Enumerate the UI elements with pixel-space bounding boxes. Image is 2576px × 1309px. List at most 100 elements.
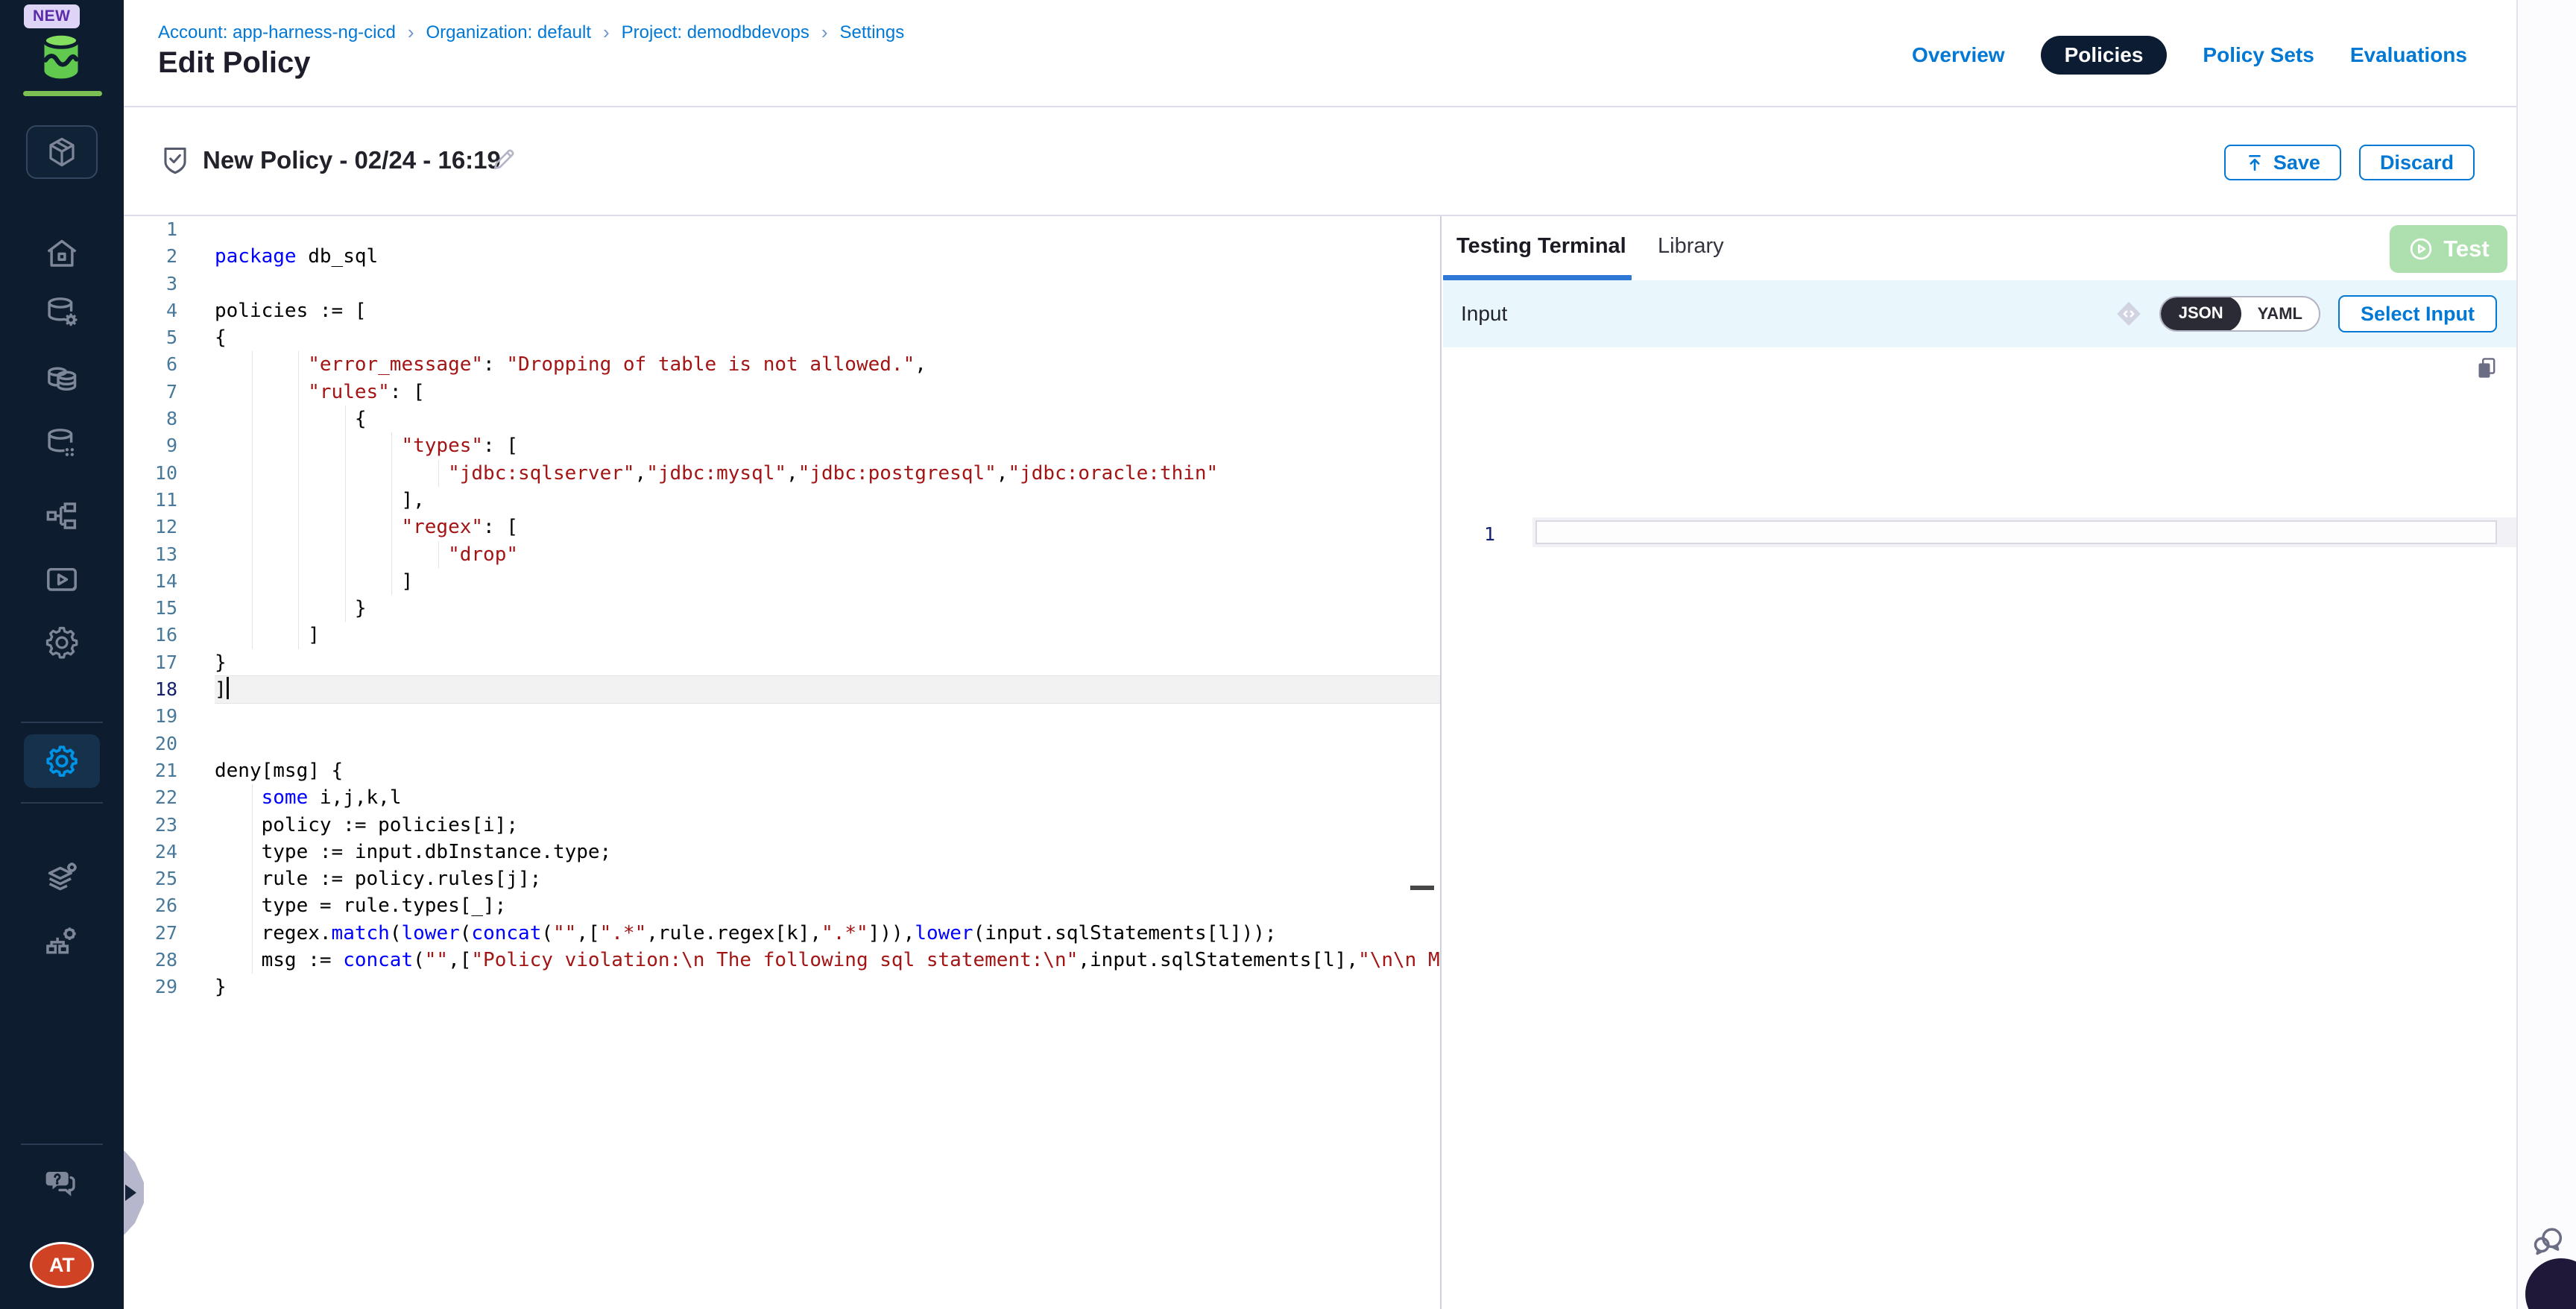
line-number: 10 — [124, 460, 177, 487]
sidebar-item-database-stack[interactable] — [0, 357, 124, 402]
line-code: "jdbc:sqlserver","jdbc:mysql","jdbc:post… — [215, 460, 1440, 487]
code-line[interactable]: 19 — [124, 703, 1440, 730]
line-number: 11 — [124, 487, 177, 514]
input-editor[interactable]: 1 — [1443, 347, 2516, 1309]
breadcrumb-separator: › — [603, 21, 610, 44]
code-line[interactable]: 1 — [124, 216, 1440, 243]
breadcrumb-separator: › — [408, 21, 414, 44]
line-number: 22 — [124, 784, 177, 811]
overview-ruler-cursor — [1410, 886, 1434, 890]
sidebar-help-chat[interactable] — [0, 1159, 124, 1204]
code-line[interactable]: 15 } — [124, 595, 1440, 622]
tab-testing-terminal[interactable]: Testing Terminal — [1456, 234, 1626, 259]
tab-overview[interactable]: Overview — [1912, 43, 2005, 67]
format-json-option[interactable]: JSON — [2161, 296, 2241, 332]
tab-policy-sets[interactable]: Policy Sets — [2203, 43, 2314, 67]
tab-library[interactable]: Library — [1658, 234, 1724, 259]
breadcrumb-organization-link[interactable]: Organization: default — [426, 22, 591, 43]
code-line[interactable]: 2package db_sql — [124, 243, 1440, 270]
sidebar-module-cube-button[interactable] — [26, 125, 98, 179]
code-line[interactable]: 10 "jdbc:sqlserver","jdbc:mysql","jdbc:p… — [124, 460, 1440, 487]
tab-evaluations[interactable]: Evaluations — [2350, 43, 2467, 67]
code-line[interactable]: 29} — [124, 974, 1440, 1000]
line-code: some i,j,k,l — [215, 784, 1440, 811]
line-number: 25 — [124, 865, 177, 892]
code-line[interactable]: 24 type := input.dbInstance.type; — [124, 839, 1440, 865]
sidebar-item-home[interactable] — [0, 231, 124, 276]
copy-icon[interactable] — [2473, 355, 2500, 382]
code-editor[interactable]: 12package db_sql34policies := [5{6 "erro… — [124, 216, 1442, 1309]
line-number: 20 — [124, 731, 177, 757]
code-line[interactable]: 4policies := [ — [124, 297, 1440, 324]
code-line[interactable]: 14 ] — [124, 568, 1440, 595]
support-chat-icon[interactable] — [2528, 1223, 2567, 1261]
code-line[interactable]: 26 type = rule.types[_]; — [124, 892, 1440, 919]
code-line[interactable]: 9 "types": [ — [124, 432, 1440, 459]
sidebar-item-org-settings[interactable] — [0, 919, 124, 964]
code-line[interactable]: 21deny[msg] { — [124, 757, 1440, 784]
code-line[interactable]: 16 ] — [124, 622, 1440, 649]
code-lines: 12package db_sql34policies := [5{6 "erro… — [124, 216, 1440, 1001]
sidebar-item-video-player[interactable] — [0, 558, 124, 602]
test-button[interactable]: Test — [2390, 225, 2507, 273]
discard-button[interactable]: Discard — [2359, 145, 2475, 180]
edit-pencil-icon[interactable] — [489, 145, 519, 174]
user-avatar[interactable]: AT — [30, 1242, 94, 1288]
code-diamond-icon[interactable] — [2113, 298, 2144, 329]
code-line[interactable]: 18] — [124, 676, 1440, 703]
breadcrumb-project-link[interactable]: Project: demodbdevops — [622, 22, 809, 43]
line-number: 12 — [124, 514, 177, 540]
page-title: Edit Policy — [158, 46, 311, 80]
code-line[interactable]: 27 regex.match(lower(concat("",[".*",rul… — [124, 920, 1440, 947]
line-number: 3 — [124, 271, 177, 297]
code-line[interactable]: 3 — [124, 271, 1440, 297]
corner-fab[interactable] — [2525, 1258, 2576, 1309]
top-header: Account: app-harness-ng-cicd › Organizat… — [124, 0, 2516, 107]
save-button[interactable]: Save — [2224, 145, 2341, 180]
input-value-field[interactable] — [1535, 520, 2497, 544]
play-circle-icon — [2408, 236, 2434, 262]
line-number: 29 — [124, 974, 177, 1000]
sidebar-item-layers-settings[interactable] — [0, 855, 124, 900]
new-badge: NEW — [24, 4, 80, 28]
input-toolbar: Input JSON YAML Select Input — [1443, 280, 2516, 347]
code-line[interactable]: 7 "rules": [ — [124, 379, 1440, 406]
gear-active-icon — [43, 742, 80, 780]
sidebar-item-database-instances[interactable] — [0, 421, 124, 466]
code-line[interactable]: 17} — [124, 649, 1440, 676]
harness-dbops-logo-icon[interactable] — [34, 27, 88, 86]
sidebar: NEW — [0, 0, 124, 1309]
code-line[interactable]: 28 msg := concat("",["Policy violation:\… — [124, 947, 1440, 974]
line-code: "rules": [ — [215, 379, 1440, 406]
code-line[interactable]: 5{ — [124, 324, 1440, 351]
code-line[interactable]: 8 { — [124, 406, 1440, 432]
line-code — [215, 731, 1440, 757]
discard-label: Discard — [2380, 151, 2454, 174]
sidebar-item-settings[interactable] — [0, 620, 124, 665]
code-line[interactable]: 23 policy := policies[i]; — [124, 812, 1440, 839]
breadcrumb-settings-link[interactable]: Settings — [840, 22, 905, 43]
sidebar-divider — [21, 1144, 103, 1145]
format-yaml-option[interactable]: YAML — [2241, 304, 2319, 324]
line-number: 5 — [124, 324, 177, 351]
sidebar-item-project-settings-active[interactable] — [24, 734, 100, 788]
code-line[interactable]: 11 ], — [124, 487, 1440, 514]
code-line[interactable]: 13 "drop" — [124, 541, 1440, 568]
tab-policies[interactable]: Policies — [2041, 36, 2168, 75]
hierarchy-gear-icon — [42, 922, 81, 961]
line-number: 23 — [124, 812, 177, 839]
top-nav-tabs: Overview Policies Policy Sets Evaluation… — [1912, 36, 2467, 75]
sidebar-item-database-settings[interactable] — [0, 290, 124, 335]
sidebar-item-pipelines[interactable] — [0, 493, 124, 538]
code-line[interactable]: 25 rule := policy.rules[j]; — [124, 865, 1440, 892]
select-input-button[interactable]: Select Input — [2338, 295, 2497, 332]
code-line[interactable]: 6 "error_message": "Dropping of table is… — [124, 351, 1440, 378]
help-chat-icon — [42, 1161, 82, 1202]
code-line[interactable]: 12 "regex": [ — [124, 514, 1440, 540]
line-code: policies := [ — [215, 297, 1440, 324]
code-line[interactable]: 20 — [124, 731, 1440, 757]
code-line[interactable]: 22 some i,j,k,l — [124, 784, 1440, 811]
breadcrumb-account-link[interactable]: Account: app-harness-ng-cicd — [158, 22, 396, 43]
cube-icon — [44, 134, 80, 170]
line-number: 27 — [124, 920, 177, 947]
